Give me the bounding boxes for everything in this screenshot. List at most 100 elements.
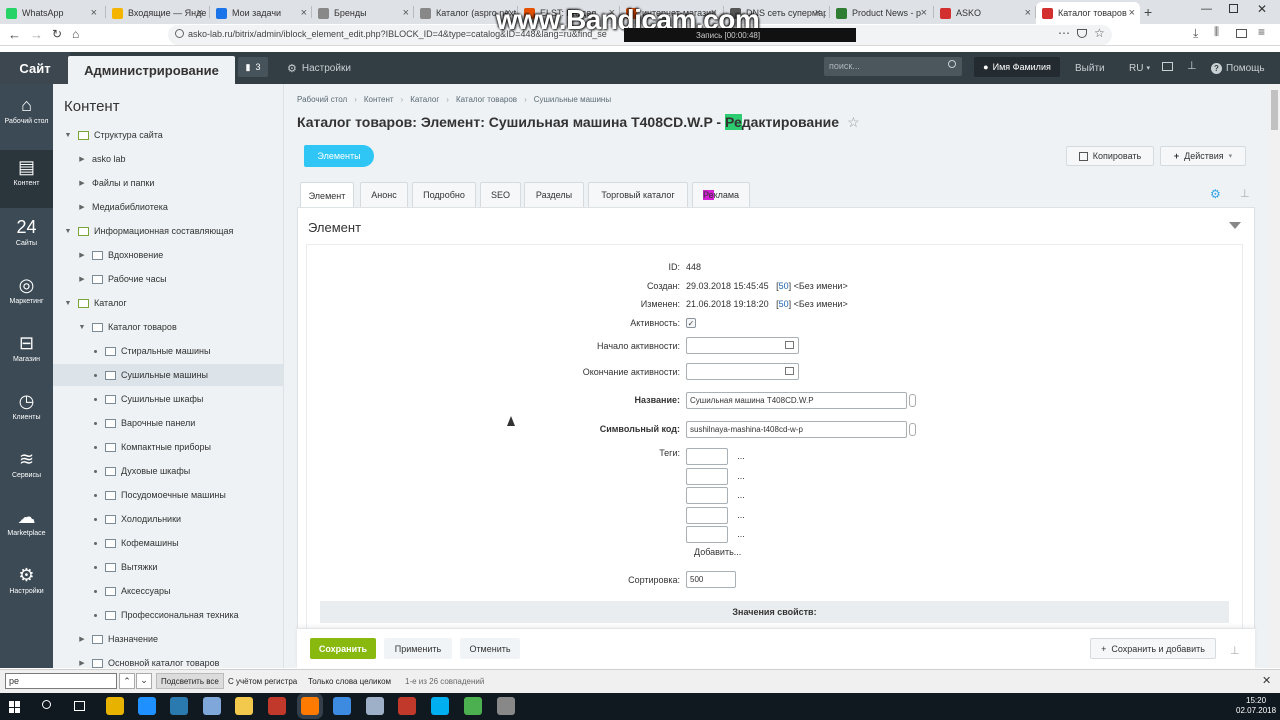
browser-tab[interactable]: Каталог товаров × (1036, 2, 1140, 24)
calendar-icon[interactable] (785, 341, 794, 349)
chrome-icon[interactable] (106, 697, 124, 715)
menu-item-layers[interactable]: ≋ Сервисы (0, 442, 53, 500)
panel-icon[interactable] (1162, 62, 1173, 71)
tree-item[interactable]: Сушильные шкафы (92, 388, 203, 410)
tab-0[interactable]: Элемент (300, 182, 354, 208)
tree-item[interactable]: ▼ Каталог товаров (78, 316, 177, 338)
record-icon[interactable] (398, 697, 416, 715)
tree-item[interactable]: ▶ Медиабиблиотека (78, 196, 168, 218)
active-to-input[interactable] (686, 363, 799, 380)
app-icon[interactable] (333, 697, 351, 715)
app-icon[interactable] (366, 697, 384, 715)
tab-1[interactable]: Анонс (360, 182, 408, 207)
breadcrumb-item[interactable]: Каталог (410, 95, 439, 104)
page-scrollbar[interactable] (1269, 84, 1280, 668)
tag-input[interactable] (686, 506, 728, 524)
language-select[interactable]: RU ▾ (1129, 52, 1150, 84)
search-icon[interactable] (42, 700, 51, 709)
browser-tab[interactable]: WhatsApp × (0, 2, 102, 24)
tag-input[interactable] (686, 448, 728, 465)
sort-input[interactable]: 500 (686, 571, 736, 588)
tab-close-icon[interactable]: × (197, 7, 203, 19)
collapse-arrow-icon[interactable]: ▼ (64, 300, 72, 307)
breadcrumb-item[interactable]: Сушильные машины (534, 95, 611, 104)
tab-close-icon[interactable]: × (91, 7, 97, 19)
tab-close-icon[interactable]: × (1025, 7, 1031, 19)
tree-item[interactable]: ▶ asko lab (78, 148, 125, 170)
tree-item[interactable]: ▶ Вдохновение (78, 244, 163, 266)
pin-icon[interactable]: ⊥ (1230, 644, 1240, 657)
minimize-window-icon[interactable]: — (1201, 3, 1212, 15)
bookmark-star-icon[interactable]: ☆ (1094, 26, 1105, 40)
tree-item[interactable]: Стиральные машины (92, 340, 210, 362)
site-button[interactable]: Сайт (0, 52, 70, 84)
close-window-icon[interactable]: ✕ (1257, 2, 1267, 16)
scrollbar-thumb[interactable] (1271, 90, 1278, 130)
browser-tab[interactable]: Входящие — Янде × (106, 2, 208, 24)
tree-item[interactable]: ▶ Рабочие часы (78, 268, 166, 290)
expand-arrow-icon[interactable]: ▶ (78, 635, 86, 643)
save-and-add-button[interactable]: + Сохранить и добавить (1090, 638, 1216, 659)
tree-item[interactable]: Вытяжки (92, 556, 157, 578)
translit-lock-icon[interactable] (909, 394, 916, 407)
sidebar-icon[interactable] (1236, 29, 1247, 38)
breadcrumb-item[interactable]: Каталог товаров (456, 95, 517, 104)
tree-item[interactable]: ▶ Назначение (78, 628, 158, 650)
save-button[interactable]: Сохранить (310, 638, 376, 659)
app-icon[interactable] (170, 697, 188, 715)
add-tag-button[interactable]: Добавить... (694, 547, 741, 557)
tab-5[interactable]: Торговый каталог (588, 182, 688, 207)
tag-input[interactable] (686, 467, 728, 485)
menu-item-gear[interactable]: ⚙ Настройки (0, 558, 53, 616)
collapse-arrow-icon[interactable]: ▼ (64, 228, 72, 235)
menu-item-target[interactable]: ◎ Маркетинг (0, 268, 53, 326)
maximize-window-icon[interactable] (1229, 4, 1238, 13)
tab-4[interactable]: Разделы (524, 182, 584, 207)
breadcrumb-item[interactable]: Рабочий стол (297, 95, 347, 104)
tree-item[interactable]: ▼ Информационная составляющая (64, 220, 234, 242)
tree-item[interactable]: Посудомоечные машины (92, 484, 226, 506)
home-icon[interactable]: ⌂ (72, 27, 79, 41)
tag-picker-button[interactable]: ... (731, 527, 751, 541)
browser-tab[interactable]: Product News - р × (830, 2, 932, 24)
expand-arrow-icon[interactable]: ▶ (78, 179, 86, 187)
active-from-input[interactable] (686, 337, 799, 354)
new-tab-button[interactable]: + (1144, 4, 1152, 20)
collapse-arrow-icon[interactable]: ▼ (64, 132, 72, 139)
search-icon[interactable] (948, 60, 956, 68)
modified-user-link[interactable]: 50 (779, 299, 789, 309)
tab-6[interactable]: Ре клама (692, 182, 750, 207)
menu-icon[interactable]: ≡ (1258, 25, 1265, 39)
browser-tab[interactable]: Бренды × (312, 2, 414, 24)
find-input[interactable]: ре (5, 673, 117, 689)
close-find-icon[interactable]: ✕ (1262, 674, 1271, 687)
expand-arrow-icon[interactable]: ▶ (78, 155, 86, 163)
tab-close-icon[interactable]: × (403, 7, 409, 19)
tree-item[interactable]: Профессиональная техника (92, 604, 239, 626)
menu-item-document[interactable]: ▤ Контент (0, 150, 53, 208)
tree-item[interactable]: ▶ Файлы и папки (78, 172, 154, 194)
apply-button[interactable]: Применить (384, 638, 452, 659)
tag-picker-button[interactable]: ... (731, 449, 751, 463)
tag-picker-button[interactable]: ... (731, 488, 751, 502)
firefox-icon[interactable] (301, 697, 319, 715)
tag-input[interactable] (686, 526, 728, 543)
expand-arrow-icon[interactable]: ▶ (78, 275, 86, 283)
expand-arrow-icon[interactable]: ▶ (78, 659, 86, 667)
elements-button[interactable]: Элементы (304, 145, 374, 167)
explorer-icon[interactable] (235, 697, 253, 715)
tab-close-icon[interactable]: × (301, 7, 307, 19)
forward-icon[interactable]: → (30, 27, 43, 42)
edge-icon[interactable] (138, 697, 156, 715)
match-case-toggle[interactable]: С учётом регистра (224, 673, 301, 689)
admin-button[interactable]: Администрирование (68, 56, 235, 84)
tab-3[interactable]: SEO (480, 182, 521, 207)
menu-item-home[interactable]: ⌂ Рабочий стол (0, 88, 53, 146)
filezilla-icon[interactable] (268, 697, 286, 715)
code-input[interactable]: sushilnaya-mashina-t408cd-w-p (686, 421, 907, 438)
name-input[interactable]: Сушильная машина T408CD.W.P (686, 392, 907, 409)
copy-button[interactable]: Копировать (1066, 146, 1154, 166)
tree-item[interactable]: ▼ Каталог (64, 292, 127, 314)
tree-item[interactable]: Аксессуары (92, 580, 170, 602)
browser-tab[interactable]: ASKO × (934, 2, 1036, 24)
